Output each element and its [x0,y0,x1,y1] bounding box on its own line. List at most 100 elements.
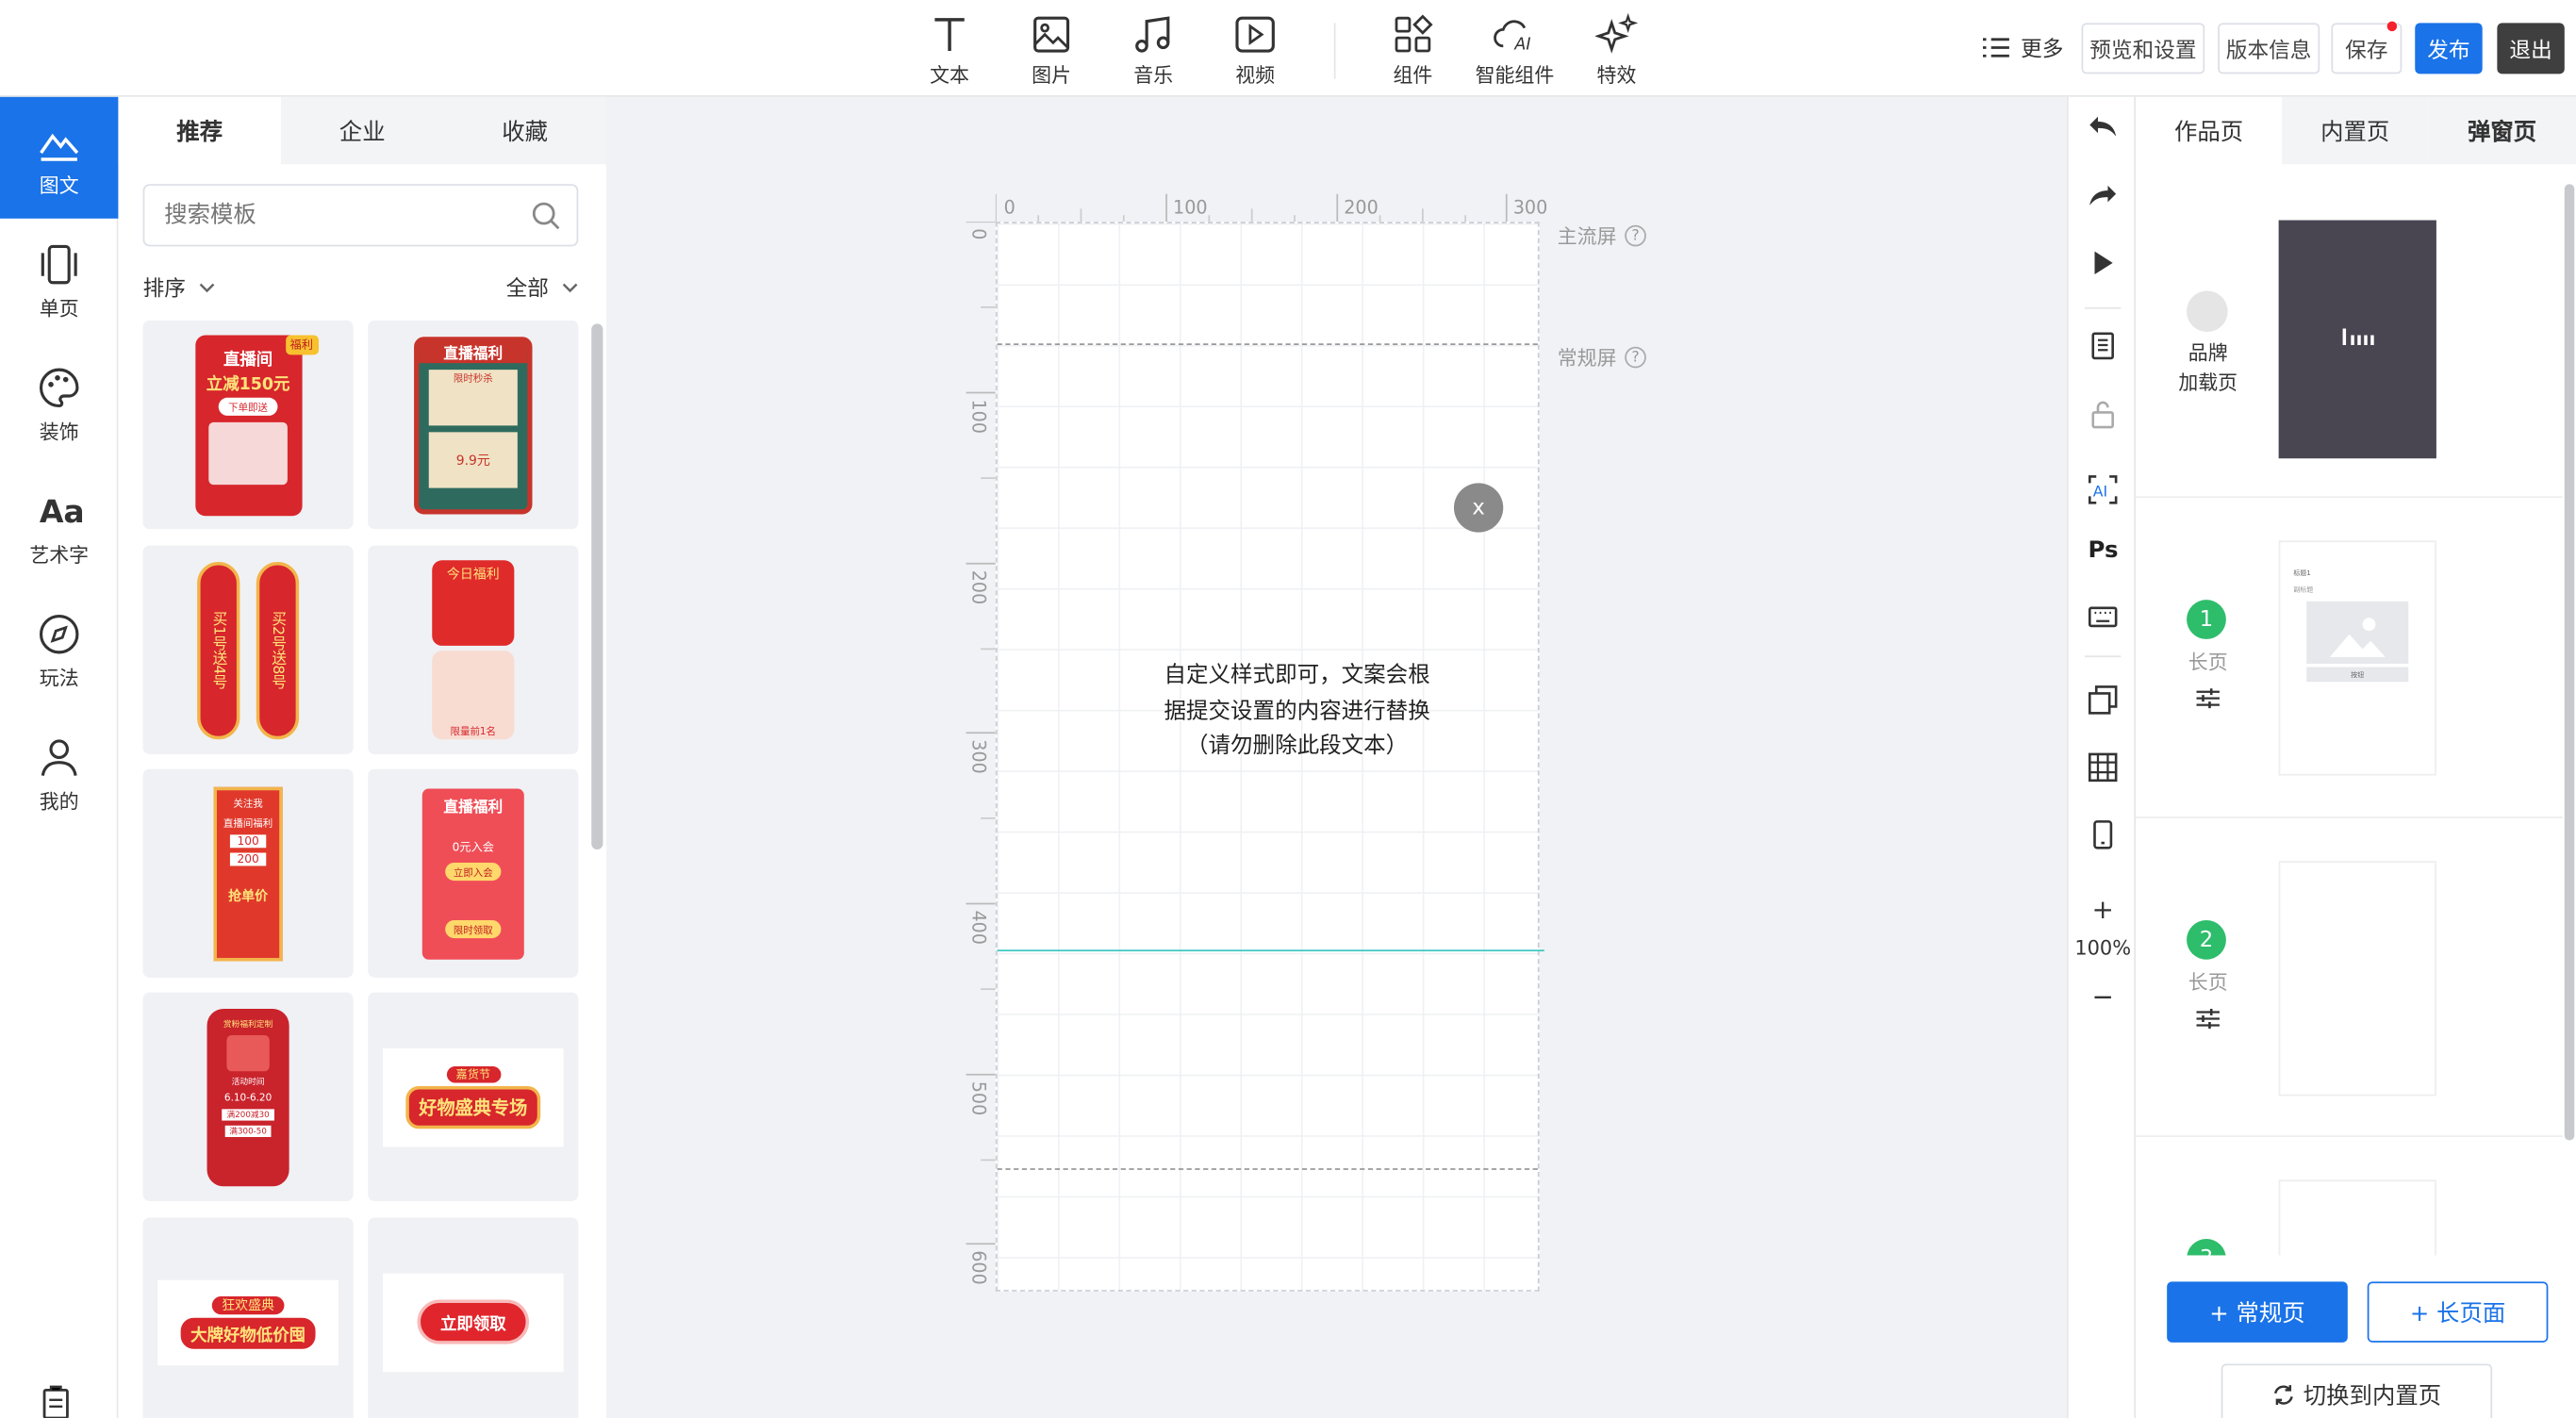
template-text: 买2号送8号 [256,561,300,739]
undo-button[interactable] [2069,104,2138,150]
template-card[interactable]: 直播福利 限时秒杀 9.9元 [368,320,579,530]
unlock-icon [2091,401,2114,429]
page-thumbnail: 标题1 副标题 按钮 [2278,540,2436,776]
thumb-subtitle: 副标题 [2293,585,2314,594]
music-tool[interactable]: 音乐 [1111,13,1197,89]
device-button[interactable] [2069,812,2138,858]
video-tool-label: 视频 [1235,63,1276,88]
layout-button[interactable] [2069,677,2138,723]
music-icon [1135,16,1170,53]
normal-screen-bottom-line [997,1168,1538,1170]
template-card[interactable]: 直播福利 0元入会 立即入会 限时领取 [368,768,579,978]
template-card[interactable]: 福利 直播间 立减150元 下单即送 [142,320,354,530]
tab-enterprise[interactable]: 企业 [280,96,444,165]
template-text: 抢单价 [228,887,269,903]
page-item[interactable]: 3 [2136,1137,2563,1269]
filter-dropdown[interactable]: 全部 [506,272,579,303]
nav-item-gameplay[interactable]: 玩法 [0,590,118,712]
preview-settings-button[interactable]: 预览和设置 [2081,23,2205,74]
smart-component-label: 智能组件 [1475,63,1555,88]
template-thumb: 今日福利 限量前1名 [432,559,515,740]
template-card[interactable]: 立即领取 [368,1217,579,1418]
image-tool[interactable]: 图片 [1009,13,1095,89]
placeholder-text[interactable]: 自定义样式即可，文案会根 据提交设置的内容进行替换 （请勿删除此段文本） [1087,659,1506,765]
template-text: 好物盛典专场 [405,1085,541,1129]
settings-sliders-icon[interactable] [2195,1007,2221,1030]
panel-scrollbar[interactable] [591,323,603,850]
redo-button[interactable] [2069,173,2138,219]
clipboard-icon[interactable] [40,1385,73,1418]
zoom-in-button[interactable]: + [2069,885,2138,932]
right-toolbar: AI Ps + 100% − [2066,96,2138,1418]
nav-item-art-text[interactable]: Aa 艺术字 [0,467,118,588]
page-item[interactable]: 2 长页 [2136,818,2564,1137]
effects-tool[interactable]: 特效 [1574,12,1660,89]
template-card[interactable]: 买1号送4号 买2号送8号 [142,545,354,754]
component-tool[interactable]: 组件 [1370,13,1456,89]
publish-button[interactable]: 发布 [2415,23,2483,74]
template-card[interactable]: 关注我 直播间福利 100 200 抢单价 [142,768,354,978]
ruler-tick-label: 0 [1003,197,1016,219]
tab-work-pages[interactable]: 作品页 [2136,96,2283,165]
page-list-scrollbar[interactable] [2564,184,2575,1141]
layers-icon [2088,685,2118,715]
text-tool[interactable]: 文本 [907,13,993,89]
zoom-out-button[interactable]: − [2069,973,2138,1019]
keyboard-button[interactable] [2069,593,2138,639]
template-text: 100 [230,833,266,848]
sort-dropdown[interactable]: 排序 [143,272,216,303]
brand-loading-page[interactable]: 品牌 加载页 [2136,164,2564,499]
tab-popup-pages[interactable]: 弹窗页 [2428,96,2576,165]
exit-button[interactable]: 退出 [2497,23,2565,74]
help-icon[interactable]: ? [1625,346,1646,369]
template-card[interactable]: 赏粉福利定制 活动时间 6.10-6.20 满200减30 满300-50 [142,992,354,1201]
template-text: 限时领取 [445,919,502,938]
save-button[interactable]: 保存 [2331,21,2403,74]
component-tool-label: 组件 [1393,63,1433,88]
smart-component-tool[interactable]: AI 智能组件 [1472,13,1558,89]
lock-button[interactable] [2069,391,2138,437]
search-icon[interactable] [531,201,560,230]
ruler-tick-label: 200 [1344,197,1379,219]
refresh-icon [2273,1384,2293,1405]
chevron-down-icon [199,282,215,292]
brand-label-line: 品牌 [2188,341,2228,365]
ruler-tick-label: 0 [967,228,989,240]
nav-item-mine[interactable]: 我的 [0,713,118,834]
photoshop-import-button[interactable]: Ps [2069,526,2138,572]
ai-button[interactable]: AI [2069,467,2138,513]
close-popup-button[interactable]: x [1453,483,1504,533]
tool-divider [2085,306,2122,309]
page-type-label: 长页 [2188,651,2228,674]
template-card[interactable]: 狂欢盛典 大牌好物低价囤 [142,1217,354,1418]
tab-builtin-pages[interactable]: 内置页 [2282,96,2429,165]
grid-button[interactable] [2069,744,2138,790]
nav-item-single-page[interactable]: 单页 [0,221,118,342]
main-screen-label: 主流屏 [1557,224,1617,249]
editor-canvas[interactable]: x 自定义样式即可，文案会根 据提交设置的内容进行替换 （请勿删除此段文本） [995,222,1544,1292]
play-button[interactable] [2069,239,2138,286]
template-search[interactable] [142,184,579,247]
svg-text:AI: AI [2093,482,2107,500]
settings-sliders-icon[interactable] [2195,686,2221,709]
tab-favorites[interactable]: 收藏 [443,96,606,165]
nav-item-graphics[interactable]: 图文 [0,96,119,219]
version-info-button[interactable]: 版本信息 [2218,23,2320,74]
page-item[interactable]: 1 长页 标题1 副标题 按钮 [2136,498,2564,818]
ruler-tick-label: 600 [967,1250,989,1285]
template-text: 9.9元 [428,431,518,487]
help-icon[interactable]: ? [1625,224,1646,247]
video-tool[interactable]: 视频 [1213,13,1298,89]
template-card[interactable]: 嘉货节 好物盛典专场 [368,992,579,1201]
search-input[interactable] [144,185,506,245]
switch-to-builtin-button[interactable]: 切换到内置页 [2221,1363,2493,1418]
pages-button[interactable] [2069,322,2138,369]
template-card[interactable]: 今日福利 限量前1名 [368,545,579,754]
more-menu[interactable]: 更多 [1981,31,2063,62]
guide-line[interactable] [997,949,1544,952]
add-normal-page-button[interactable]: + 常规页 [2167,1281,2348,1343]
nav-item-decoration[interactable]: 装饰 [0,343,118,465]
page-type-label: 长页 [2188,970,2228,995]
add-long-page-button[interactable]: + 长页面 [2367,1281,2549,1343]
tab-recommended[interactable]: 推荐 [118,96,281,165]
